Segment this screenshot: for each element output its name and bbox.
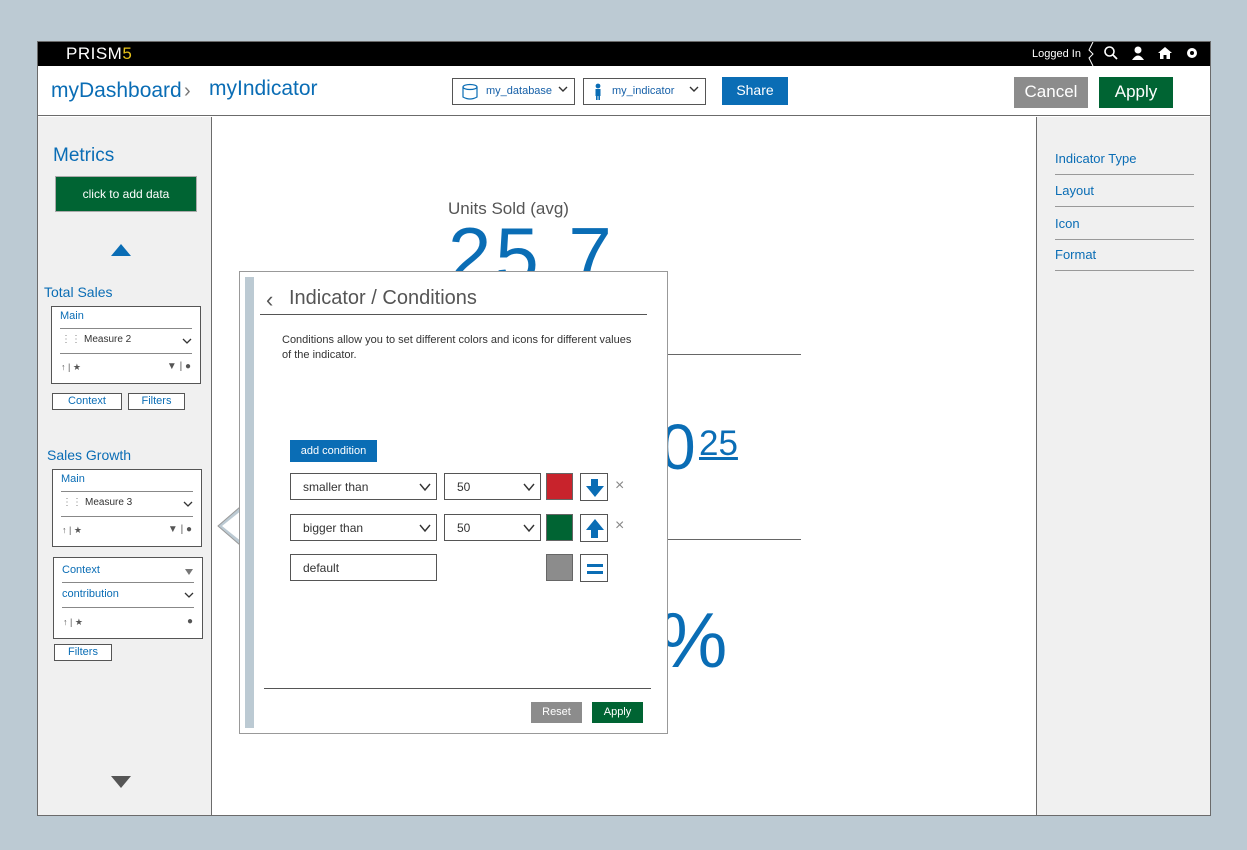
- top-icons: [1103, 45, 1200, 61]
- database-select[interactable]: my_database: [452, 78, 575, 105]
- indicator-select[interactable]: my_indicator: [583, 78, 706, 105]
- database-icon: [462, 83, 478, 100]
- operator-select[interactable]: bigger than: [290, 514, 437, 541]
- logged-in-label: Logged In: [1032, 48, 1081, 60]
- filter-icon[interactable]: ▼ | ●: [168, 524, 192, 535]
- card-action-icons[interactable]: ↑ | ★: [62, 525, 82, 536]
- operator-select[interactable]: smaller than: [290, 473, 437, 500]
- measure-item[interactable]: ⋮⋮ Measure 3: [62, 497, 132, 508]
- metrics-title: Metrics: [53, 145, 115, 166]
- chevron-down-icon[interactable]: [182, 337, 192, 345]
- context-label: Context: [62, 564, 100, 576]
- chevron-right-icon: ›: [184, 80, 191, 102]
- chevron-down-icon: [419, 524, 431, 533]
- add-data-button[interactable]: click to add data: [55, 176, 197, 212]
- secondary-superscript: 25: [699, 424, 738, 463]
- chevron-down-icon: [523, 524, 535, 533]
- card-action-icons[interactable]: ↑ | ★: [63, 617, 83, 628]
- value-select[interactable]: 50: [444, 473, 541, 500]
- metrics-sidebar: Metrics click to add data Total Sales Ma…: [38, 117, 212, 815]
- filter-icon[interactable]: ▼ | ●: [167, 361, 191, 372]
- reset-button[interactable]: Reset: [531, 702, 582, 723]
- chevron-down-icon: [419, 483, 431, 492]
- card-main-label: Main: [60, 310, 84, 322]
- scroll-up-icon[interactable]: [111, 244, 131, 256]
- person-icon: [595, 83, 601, 100]
- chevron-down-icon: [523, 483, 535, 492]
- tag-icon[interactable]: ●: [187, 616, 193, 627]
- popover-title: Indicator / Conditions: [289, 287, 477, 309]
- separator-icon: [1088, 42, 1094, 66]
- search-icon[interactable]: [1103, 45, 1119, 61]
- color-swatch[interactable]: [546, 514, 573, 541]
- arrow-up-icon[interactable]: [580, 514, 608, 542]
- value-select[interactable]: 50: [444, 514, 541, 541]
- cancel-button[interactable]: Cancel: [1014, 77, 1088, 108]
- indicator-type-link[interactable]: Indicator Type: [1055, 144, 1194, 175]
- color-swatch[interactable]: [546, 554, 573, 581]
- sales-growth-title: Sales Growth: [47, 447, 132, 463]
- percent-value: %: [658, 596, 728, 684]
- grip-icon: ⋮⋮: [62, 497, 82, 508]
- filters-button[interactable]: Filters: [128, 393, 185, 410]
- sales-growth-card: Main ⋮⋮ Measure 3 ↑ | ★ ▼ | ●: [52, 469, 202, 547]
- user-icon[interactable]: [1130, 45, 1146, 61]
- equals-icon[interactable]: [580, 554, 608, 582]
- popover-apply-button[interactable]: Apply: [592, 702, 643, 723]
- home-icon[interactable]: [1157, 45, 1173, 61]
- share-button[interactable]: Share: [722, 77, 788, 105]
- breadcrumb-current: myIndicator: [209, 77, 318, 100]
- chevron-down-icon: [558, 86, 568, 92]
- chevron-down-icon: [689, 86, 699, 92]
- chevron-down-icon[interactable]: [183, 500, 193, 508]
- settings-icon[interactable]: [1184, 45, 1200, 61]
- contribution-label[interactable]: contribution: [62, 588, 119, 600]
- add-condition-button[interactable]: add condition: [290, 440, 377, 462]
- format-link[interactable]: Format: [1055, 240, 1194, 271]
- grip-icon: ⋮⋮: [61, 334, 81, 345]
- divider: [668, 354, 801, 355]
- measure-item[interactable]: ⋮⋮ Measure 2: [61, 334, 131, 345]
- logo: PRISM5: [66, 44, 133, 63]
- default-field: default: [290, 554, 437, 581]
- back-chevron-icon[interactable]: ‹: [266, 287, 273, 313]
- divider: [668, 539, 801, 540]
- context-card: Context contribution ↑ | ★ ●: [53, 557, 203, 639]
- breadcrumb-dashboard[interactable]: myDashboard: [51, 79, 182, 103]
- card-action-icons[interactable]: ↑ | ★: [61, 362, 81, 373]
- popover-description: Conditions allow you to set different co…: [282, 334, 632, 361]
- header-bar: myDashboard › myIndicator my_database my…: [38, 66, 1210, 116]
- total-sales-card: Main ⋮⋮ Measure 2 ↑ | ★ ▼ | ●: [51, 306, 201, 384]
- context-button[interactable]: Context: [52, 393, 122, 410]
- remove-condition-icon[interactable]: ×: [615, 477, 624, 495]
- filters-button[interactable]: Filters: [54, 644, 112, 661]
- chevron-down-icon[interactable]: [184, 591, 194, 599]
- arrow-down-icon[interactable]: [580, 473, 608, 501]
- properties-sidebar: Indicator Type Layout Icon Format: [1036, 117, 1210, 815]
- icon-link[interactable]: Icon: [1055, 209, 1194, 240]
- card-main-label: Main: [61, 473, 85, 485]
- apply-button[interactable]: Apply: [1099, 77, 1173, 108]
- scroll-down-icon[interactable]: [111, 776, 131, 788]
- layout-link[interactable]: Layout: [1055, 176, 1194, 207]
- top-bar: PRISM5 Logged In: [38, 42, 1210, 66]
- filter-icon[interactable]: [184, 568, 194, 576]
- color-swatch[interactable]: [546, 473, 573, 500]
- conditions-popover: ‹ Indicator / Conditions Conditions allo…: [239, 271, 668, 734]
- remove-condition-icon[interactable]: ×: [615, 517, 624, 535]
- total-sales-title: Total Sales: [44, 284, 113, 300]
